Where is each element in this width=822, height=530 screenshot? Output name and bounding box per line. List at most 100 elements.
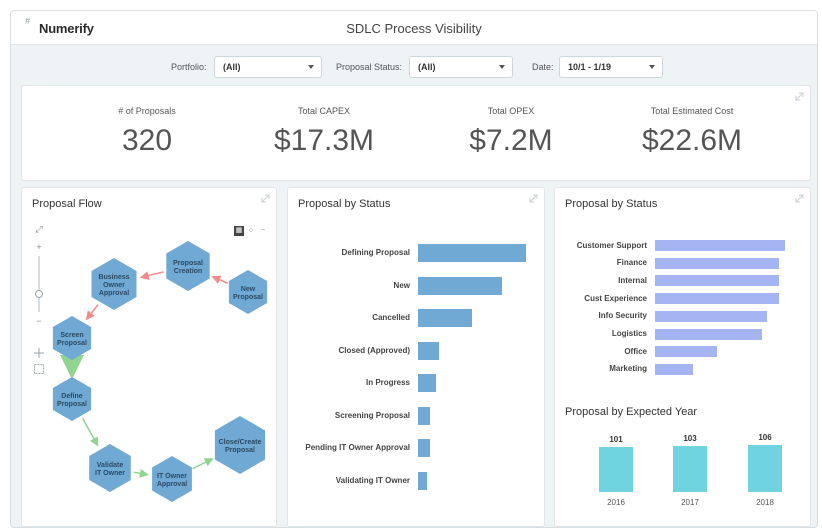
bar[interactable] <box>418 276 503 295</box>
bar[interactable] <box>655 275 779 287</box>
bar[interactable] <box>418 439 430 457</box>
kpi-label: Total CAPEX <box>297 106 351 116</box>
portfolio-filter-label: Portfolio: <box>171 62 207 72</box>
bar-label: Office <box>624 346 647 356</box>
kpi-value: 320 <box>121 124 173 157</box>
bar-label: Info Security <box>598 311 647 321</box>
chevron-down-icon <box>499 65 505 69</box>
panel-title: Proposal by Status <box>565 198 658 210</box>
flow-diagram: ProposalCreationBusinessOwnerApprovalNew… <box>52 241 268 502</box>
year-chart-title: Proposal by Expected Year <box>565 406 698 418</box>
flow-node-label: Screen <box>60 332 83 339</box>
bar-label: Logistics <box>611 329 647 338</box>
flow-node-label: IT Owner <box>95 470 125 477</box>
bar-label: In Progress <box>365 378 410 387</box>
department-chart-panel: Proposal by Status Customer Support Finan… <box>554 187 811 527</box>
bar[interactable] <box>418 471 427 490</box>
flow-node-label: Proposal <box>57 401 87 408</box>
bar[interactable] <box>655 363 693 375</box>
status-filter-value: (All) <box>418 62 436 72</box>
year-axis-label: 2016 <box>607 498 625 507</box>
filter-bar: Portfolio: (All) Proposal Status: (All) … <box>11 56 817 80</box>
bar-label: Internal <box>618 275 647 285</box>
flow-node[interactable]: NewProposal <box>228 270 268 314</box>
flow-node-label: Validate <box>97 462 124 469</box>
flow-node[interactable]: Close/CreateProposal <box>214 416 266 474</box>
flow-node-label: Close/Create <box>219 439 262 446</box>
expand-icon[interactable] <box>795 194 804 203</box>
bar-label: Cancelled <box>372 313 410 322</box>
flow-node-label: IT Owner <box>157 473 187 480</box>
flow-node-label: Approval <box>99 290 129 297</box>
flow-node-label: Proposal <box>57 340 87 347</box>
flow-arrow <box>81 417 99 447</box>
page-title: SDLC Process Visibility <box>346 21 482 36</box>
bar[interactable] <box>418 244 526 262</box>
bar[interactable] <box>655 310 767 322</box>
bar[interactable] <box>418 406 430 425</box>
portfolio-filter-value: (All) <box>223 62 241 72</box>
year-axis-label: 2018 <box>756 498 774 507</box>
flow-node-label: Business <box>98 274 129 281</box>
kpi-label: Total OPEX <box>487 106 535 116</box>
flow-arrow <box>85 304 99 321</box>
year-axis-label: 2017 <box>681 498 699 507</box>
flow-arrow <box>211 275 229 284</box>
flow-node-label: Owner <box>103 282 125 289</box>
flow-node[interactable]: ScreenProposal <box>52 316 92 360</box>
year-bar-value: 101 <box>609 435 623 445</box>
kpi-value: $22.6M <box>641 124 743 157</box>
dashboard-window: # Numerify SDLC Process Visibility Portf… <box>10 10 818 528</box>
bar-label: Cust Experience <box>584 293 647 303</box>
proposal-flow-panel: Proposal Flow ⤢ + − ▦ ○ − Proposal Creat… <box>21 187 277 527</box>
bar[interactable] <box>655 328 762 340</box>
flow-arrow <box>192 458 214 470</box>
bar-label: New <box>393 280 410 290</box>
portfolio-filter-select[interactable]: (All) <box>214 56 322 78</box>
flow-node[interactable]: BusinessOwnerApproval <box>91 258 137 310</box>
chevron-down-icon <box>649 65 655 69</box>
bar-label: Validating IT Owner <box>335 475 410 485</box>
bar[interactable] <box>655 240 785 251</box>
bar[interactable] <box>418 374 437 392</box>
expand-icon[interactable] <box>529 194 538 203</box>
flow-node-label: Proposal <box>173 260 203 267</box>
status-chart-panel: Proposal by Status Defining Proposal New C… <box>287 187 545 527</box>
flow-node[interactable]: ValidateIT Owner <box>89 444 131 492</box>
date-filter-select[interactable]: 10/1 - 1/19 <box>559 56 663 78</box>
kpi-panel: # of Proposals 320 Total CAPEX $17.3M To… <box>21 85 811 181</box>
flow-node-label: New <box>241 286 256 293</box>
bar-label: Closed (Approved) <box>338 345 410 355</box>
flow-node[interactable]: ProposalCreation <box>166 241 210 291</box>
bar-label: Marketing <box>609 364 647 374</box>
flow-node-label: Creation <box>174 268 202 275</box>
kpi-label: Total Estimated Cost <box>650 106 734 116</box>
date-filter-value: 10/1 - 1/19 <box>568 62 612 72</box>
bar[interactable] <box>655 293 779 305</box>
flow-node[interactable]: IT OwnerApproval <box>152 456 192 502</box>
kpi-label: # of Proposals <box>118 106 176 116</box>
bar-label: Screening Proposal <box>334 410 410 420</box>
bar-label: Defining Proposal <box>341 248 410 257</box>
bar[interactable] <box>655 346 718 358</box>
flow-node-label: Proposal <box>225 447 255 454</box>
bar[interactable] <box>418 309 472 327</box>
year-bar[interactable] <box>748 445 782 492</box>
flow-arrow <box>133 468 149 478</box>
flow-arrow <box>139 271 164 280</box>
bar-label: Customer Support <box>576 240 647 250</box>
year-bar[interactable] <box>599 447 633 492</box>
kpi-value: $7.2M <box>469 124 553 157</box>
bar[interactable] <box>655 257 779 269</box>
year-bar-value: 106 <box>758 433 772 442</box>
flow-node-label: Approval <box>157 481 187 488</box>
bar[interactable] <box>418 341 439 360</box>
panel-title: Proposal by Status <box>298 198 391 210</box>
year-bar[interactable] <box>673 446 707 492</box>
expand-icon[interactable] <box>795 92 804 101</box>
flow-node[interactable]: DefineProposal <box>52 377 92 421</box>
status-filter-select[interactable]: (All) <box>409 56 513 78</box>
kpi-value: $17.3M <box>273 124 375 157</box>
date-filter-label: Date: <box>532 62 554 72</box>
status-filter-label: Proposal Status: <box>336 62 403 72</box>
